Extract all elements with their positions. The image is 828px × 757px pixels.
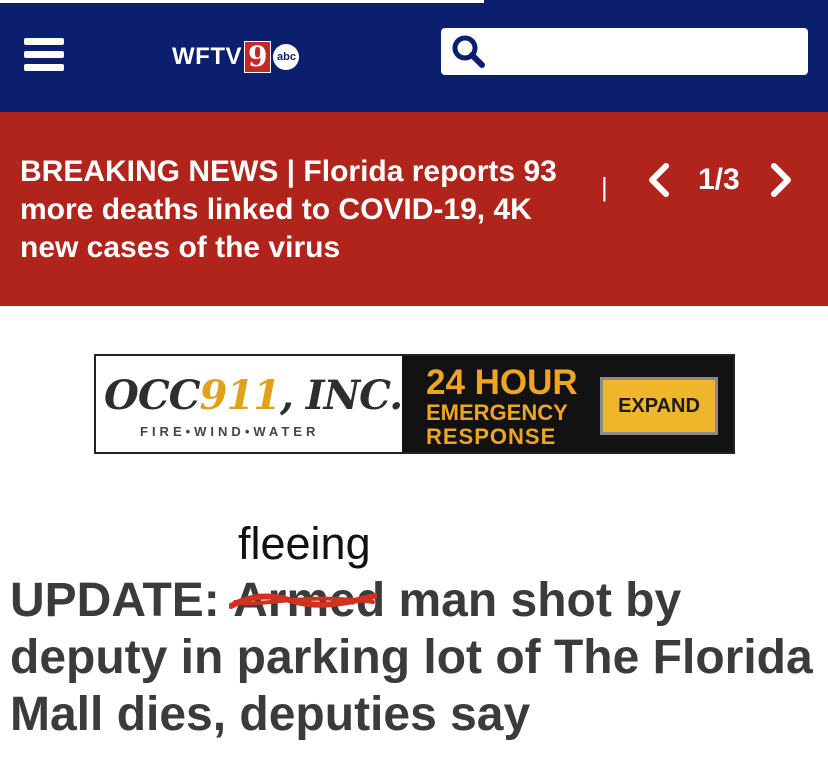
advertisement-banner[interactable]: OCC911, INC. FIRE•WIND•WATER 24 HOUR EME… bbox=[94, 354, 735, 454]
search-icon[interactable] bbox=[451, 34, 485, 68]
ad-brand-prefix: OCC bbox=[104, 372, 201, 419]
ad-message-panel: 24 HOUR EMERGENCY RESPONSE EXPAND bbox=[402, 356, 733, 452]
headline-prefix: UPDATE: bbox=[10, 574, 234, 627]
site-header: WFTV 9 abc bbox=[0, 0, 828, 112]
ad-expand-button[interactable]: EXPAND bbox=[600, 377, 718, 435]
ad-line-3: RESPONSE bbox=[426, 424, 557, 449]
hamburger-menu-icon[interactable] bbox=[24, 38, 64, 74]
ad-brand-number: 911 bbox=[199, 372, 281, 419]
loading-progress-bar bbox=[0, 0, 484, 3]
breaking-news-headline[interactable]: BREAKING NEWS | Florida reports 93 more … bbox=[20, 153, 580, 267]
wftv-logo[interactable]: WFTV 9 abc bbox=[172, 41, 300, 73]
search-input[interactable] bbox=[441, 28, 808, 75]
ad-brand-suffix: , INC. bbox=[280, 372, 403, 419]
abc-logo: abc bbox=[273, 44, 300, 70]
breaking-separator: | bbox=[601, 172, 608, 202]
chevron-right-icon[interactable] bbox=[768, 160, 794, 200]
logo-channel-number: 9 bbox=[243, 41, 272, 73]
ad-line-1: 24 HOUR bbox=[426, 363, 578, 402]
ad-line-2: EMERGENCY bbox=[426, 400, 568, 425]
logo-text: WFTV bbox=[172, 43, 242, 70]
breaking-news-banner: BREAKING NEWS | Florida reports 93 more … bbox=[0, 112, 828, 306]
page-indicator: 1/3 bbox=[698, 163, 740, 196]
ad-tagline: FIRE•WIND•WATER bbox=[140, 424, 320, 439]
article-headline: UPDATE: Armed man shot by deputy in park… bbox=[10, 572, 820, 743]
ad-brand-name: OCC911, INC. bbox=[104, 372, 403, 419]
breaking-pager: 1/3 bbox=[646, 160, 794, 200]
struck-word: Armed bbox=[233, 574, 386, 627]
struck-word-container: Armed bbox=[229, 572, 386, 629]
chevron-left-icon[interactable] bbox=[646, 160, 672, 200]
handwritten-insert: fleeing bbox=[238, 518, 371, 569]
ad-brand-panel: OCC911, INC. FIRE•WIND•WATER bbox=[96, 356, 403, 452]
